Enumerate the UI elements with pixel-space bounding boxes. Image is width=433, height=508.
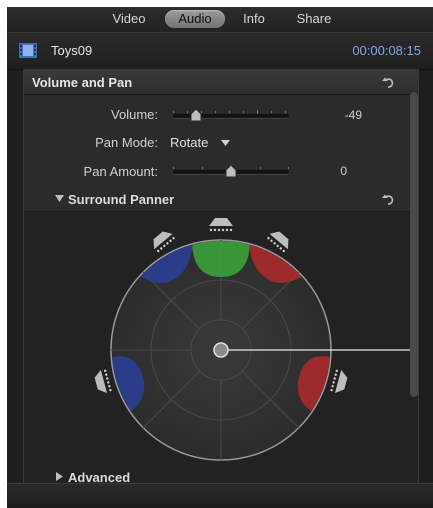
inspector-scrollbar[interactable] bbox=[410, 92, 418, 397]
reset-icon[interactable] bbox=[381, 75, 395, 89]
left-surround-speaker-icon bbox=[94, 369, 112, 394]
surround-panner[interactable] bbox=[24, 212, 418, 484]
inspector-bottom-bar bbox=[7, 483, 433, 508]
inspector-window: Video Audio Info Share Toys09 00:00:08:1… bbox=[7, 7, 433, 508]
volume-label: Volume: bbox=[111, 107, 158, 122]
advanced-title[interactable]: Advanced bbox=[68, 470, 130, 483]
panner-puck bbox=[213, 342, 229, 358]
surround-panner-area bbox=[24, 211, 418, 484]
volume-value[interactable]: -49 bbox=[322, 108, 362, 122]
volume-ticks bbox=[173, 103, 289, 115]
inspector-tab-bar: Video Audio Info Share bbox=[7, 7, 433, 32]
tab-audio[interactable]: Audio bbox=[165, 10, 225, 28]
pan-amount-ticks bbox=[173, 159, 289, 171]
surround-reset-icon[interactable] bbox=[381, 192, 395, 206]
surround-panner-title[interactable]: Surround Panner bbox=[68, 192, 174, 207]
right-speaker-icon bbox=[267, 231, 289, 253]
disclosure-triangle-closed-icon[interactable] bbox=[55, 472, 64, 481]
pan-mode-popup[interactable]: Rotate bbox=[170, 135, 208, 150]
audio-inspector-panel: Volume and Pan Volume: -49 Pan Mode: Rot… bbox=[23, 69, 419, 484]
tab-video[interactable]: Video bbox=[103, 10, 155, 28]
volume-pan-header[interactable]: Volume and Pan bbox=[24, 70, 418, 95]
clip-timecode: 00:00:08:15 bbox=[352, 43, 421, 58]
tab-share[interactable]: Share bbox=[287, 10, 341, 28]
center-speaker-icon bbox=[209, 218, 233, 232]
volume-pan-title: Volume and Pan bbox=[32, 75, 133, 90]
disclosure-triangle-open-icon[interactable] bbox=[55, 194, 64, 203]
clip-header: Toys09 00:00:08:15 bbox=[7, 32, 433, 70]
left-speaker-icon bbox=[153, 231, 175, 253]
pan-amount-value[interactable]: 0 bbox=[307, 164, 347, 178]
clip-name: Toys09 bbox=[51, 43, 93, 58]
pan-mode-label: Pan Mode: bbox=[95, 135, 158, 150]
film-clip-icon bbox=[19, 43, 37, 58]
volume-slider-knob[interactable] bbox=[189, 108, 203, 122]
chevron-down-icon[interactable] bbox=[221, 140, 230, 147]
tab-info[interactable]: Info bbox=[233, 10, 275, 28]
right-surround-speaker-icon bbox=[330, 369, 348, 394]
pan-amount-label: Pan Amount: bbox=[83, 164, 158, 179]
pan-amount-slider-knob[interactable] bbox=[224, 164, 238, 178]
